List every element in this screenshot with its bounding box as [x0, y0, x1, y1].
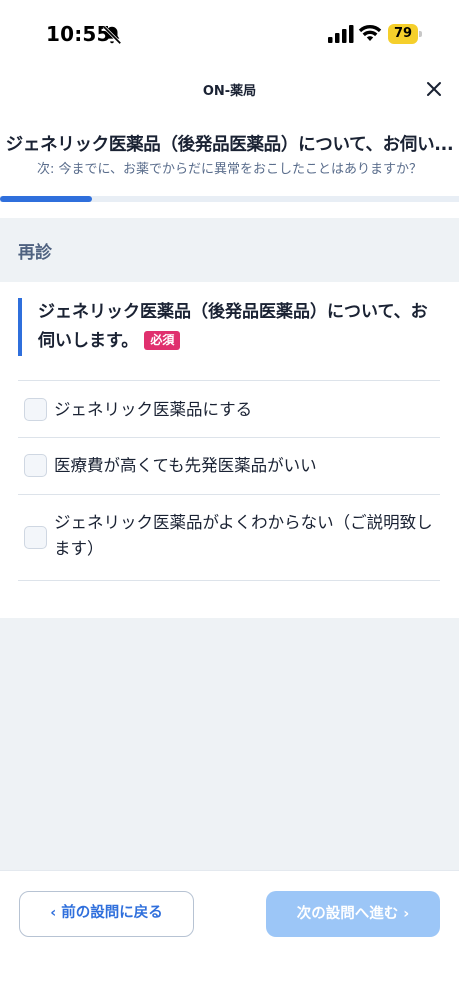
status-bar: 10:55 79	[0, 0, 459, 66]
checkbox[interactable]	[24, 454, 47, 477]
checkbox[interactable]	[24, 526, 47, 549]
option-unsure[interactable]: ジェネリック医薬品がよくわからない（ご説明致します）	[18, 495, 440, 581]
section-band: 再診	[0, 218, 459, 282]
chevron-left-icon: ‹	[50, 905, 57, 921]
prev-button-label: 前の設問に戻る	[61, 905, 163, 921]
question-title: ジェネリック医薬品（後発品医薬品）について、お伺いします。 必須	[18, 298, 438, 356]
option-generic[interactable]: ジェネリック医薬品にする	[18, 380, 440, 438]
nav-bar: ON-薬局	[0, 66, 459, 112]
bell-slash-icon	[102, 25, 122, 45]
signal-icon	[328, 25, 354, 43]
progress-fill	[0, 196, 92, 202]
required-badge: 必須	[144, 331, 181, 350]
close-icon[interactable]	[421, 76, 447, 102]
empty-area	[0, 618, 459, 870]
option-label: ジェネリック医薬品にする	[54, 400, 253, 419]
section-label: 再診	[18, 243, 52, 263]
checkbox[interactable]	[24, 398, 47, 421]
battery-level: 79	[393, 26, 413, 41]
question-header: ジェネリック医薬品（後発品医薬品）について、お伺い... 次: 今までに、お薬で…	[0, 132, 459, 192]
next-question-button[interactable]: 次の設問へ進む ›	[266, 891, 440, 937]
nav-title: ON-薬局	[202, 84, 257, 99]
question-text: ジェネリック医薬品（後発品医薬品）について、お伺いします。	[38, 302, 428, 351]
next-button-label: 次の設問へ進む	[296, 906, 399, 922]
footer: ‹ 前の設問に戻る 次の設問へ進む ›	[0, 870, 459, 994]
options-list: ジェネリック医薬品にする 医療費が高くても先発医薬品がいい ジェネリック医薬品が…	[18, 380, 440, 581]
progress-bar	[0, 196, 459, 202]
wifi-icon	[358, 24, 382, 41]
next-question-preview: 次: 今までに、お薬でからだに異常をおこしたことはありますか？	[36, 162, 423, 177]
option-brand[interactable]: 医療費が高くても先発医薬品がいい	[18, 438, 440, 495]
chevron-right-icon: ›	[403, 906, 410, 922]
option-label: 医療費が高くても先発医薬品がいい	[54, 456, 317, 475]
prev-question-button[interactable]: ‹ 前の設問に戻る	[19, 891, 194, 937]
option-label: ジェネリック医薬品がよくわからない（ご説明致します）	[54, 513, 433, 558]
question-card: ジェネリック医薬品（後発品医薬品）について、お伺いします。 必須 ジェネリック医薬…	[0, 282, 459, 618]
header-title: ジェネリック医薬品（後発品医薬品）について、お伺い...	[5, 135, 454, 155]
battery-icon: 79	[388, 24, 422, 44]
